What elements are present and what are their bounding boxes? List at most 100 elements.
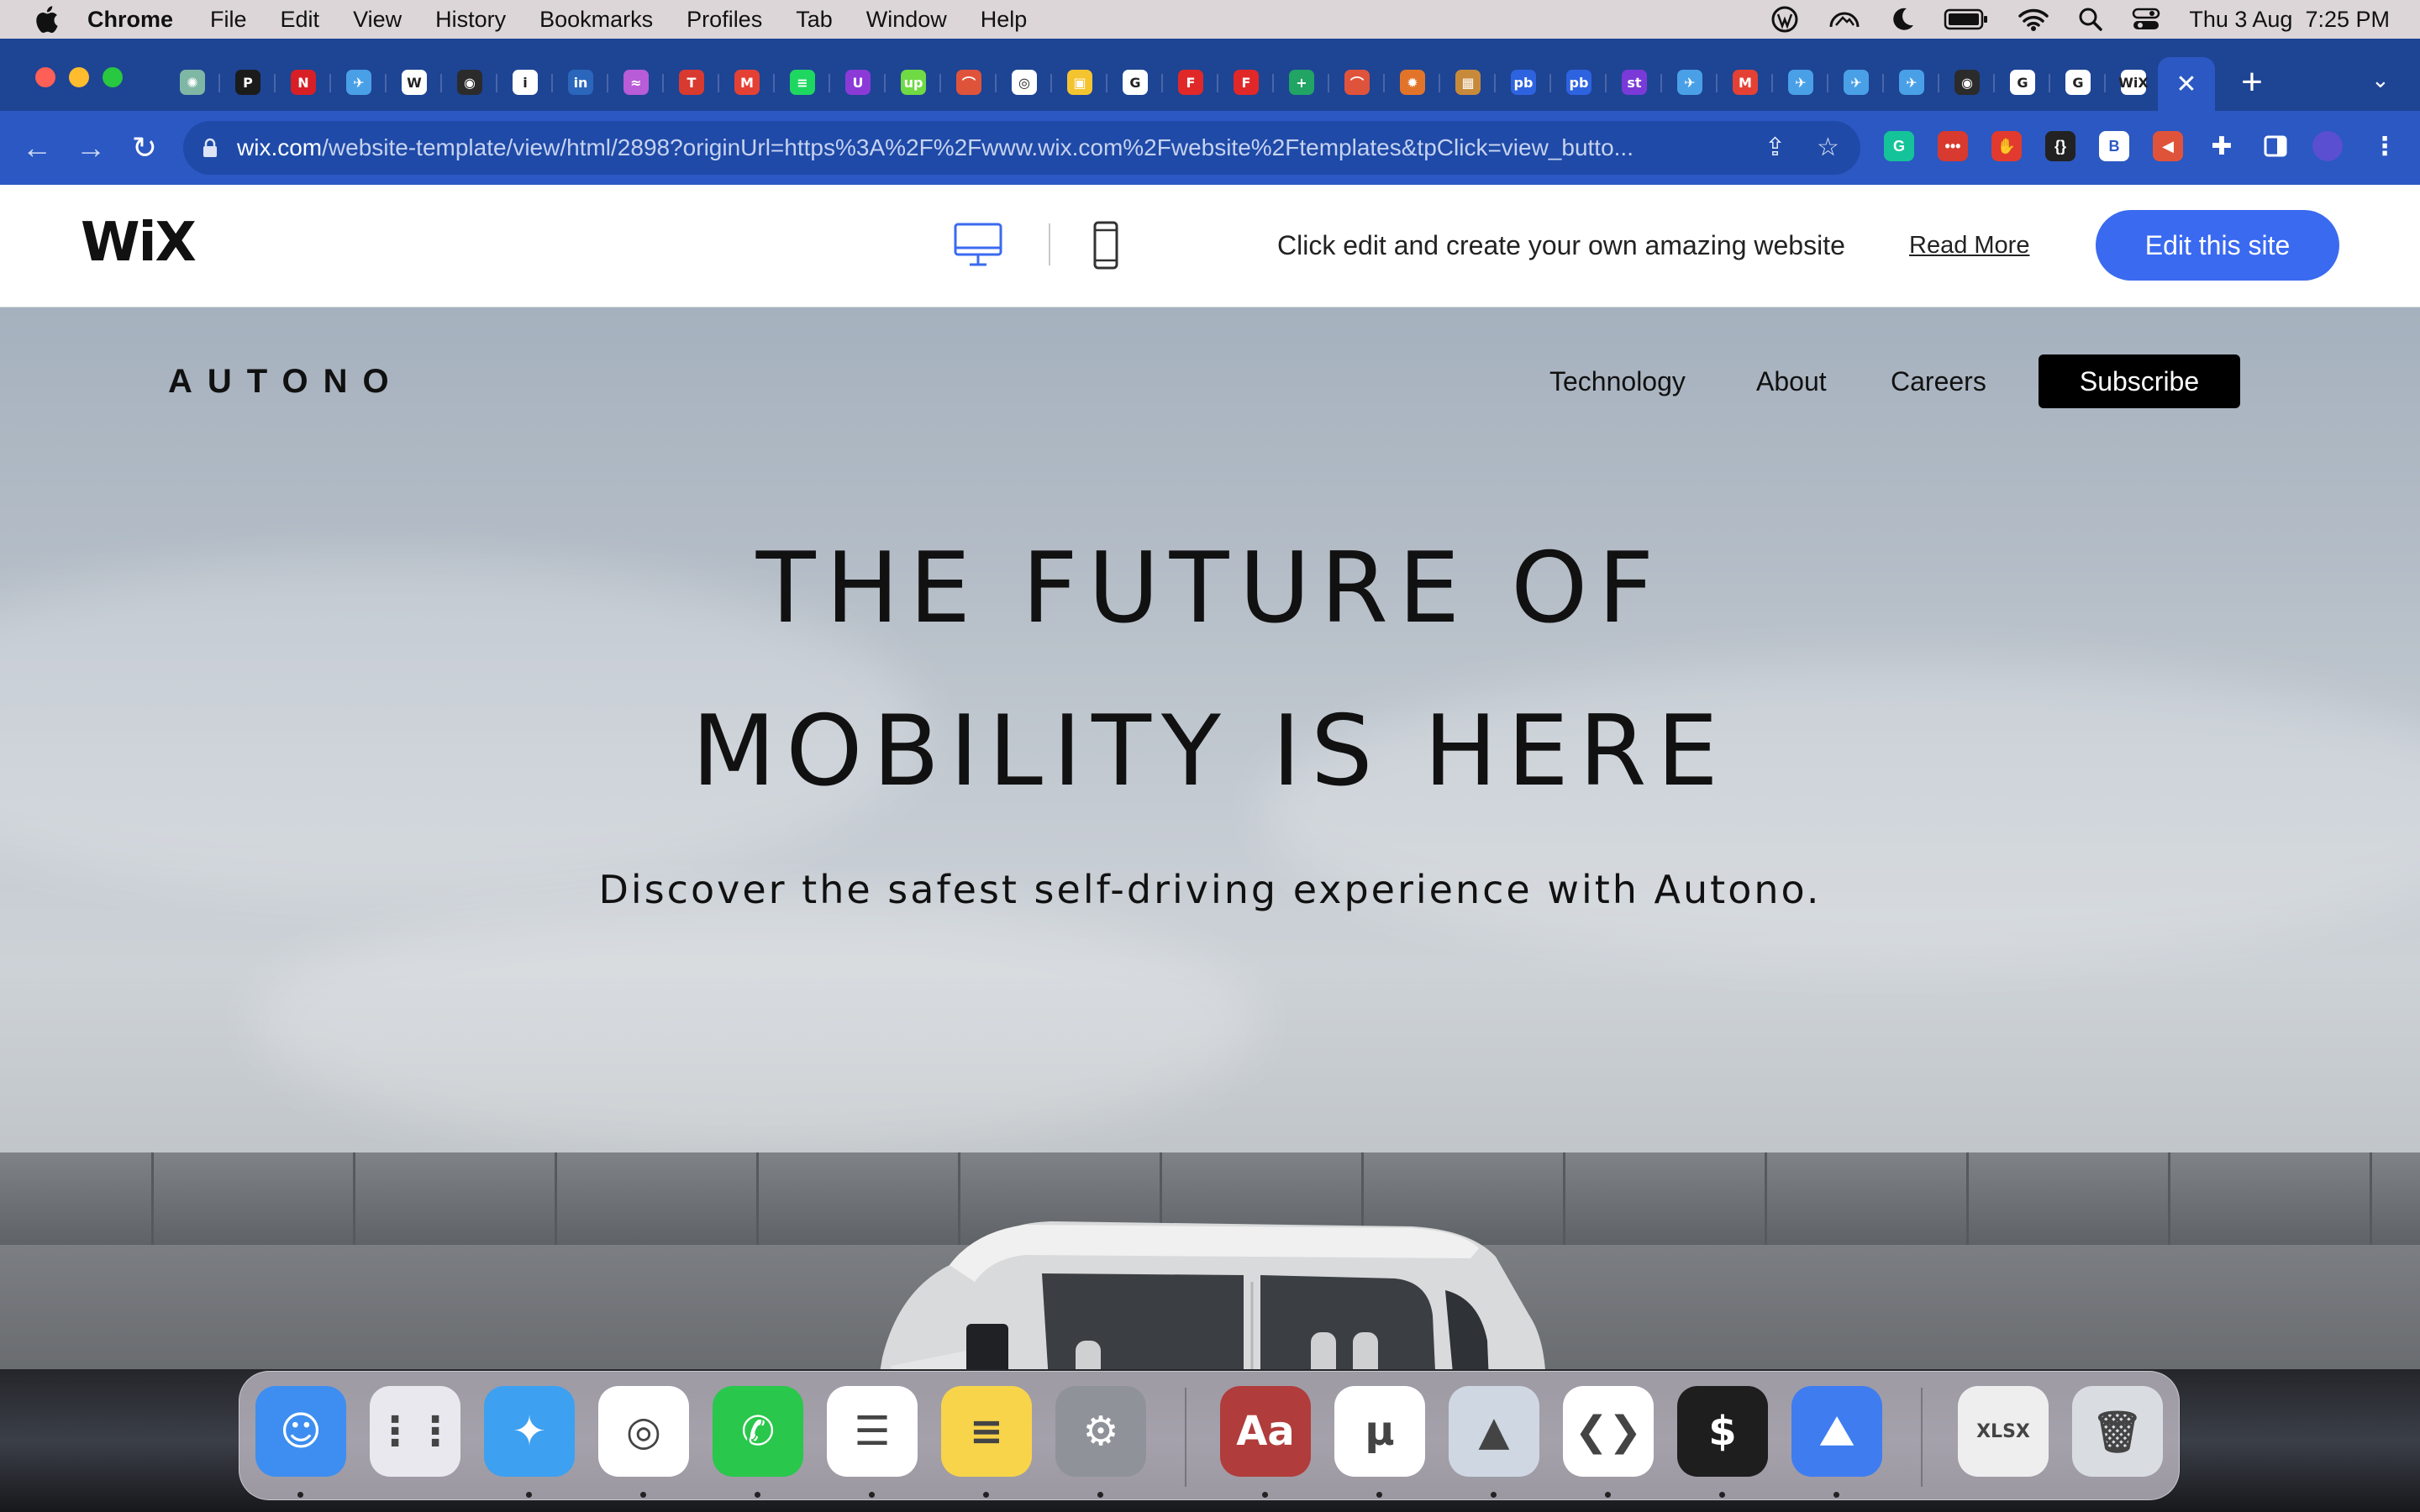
dock-launchpad-icon[interactable]: ⋮⋮: [370, 1386, 460, 1477]
url-text[interactable]: wix.com/website-template/view/html/2898?…: [237, 134, 1749, 161]
wordpress-icon[interactable]: [1770, 5, 1799, 34]
window-close-button[interactable]: [35, 67, 55, 87]
grammarly-icon[interactable]: G: [1884, 131, 1914, 161]
tab-tt[interactable]: T: [664, 64, 719, 101]
tab-swift-bird-2[interactable]: ✈: [1662, 64, 1718, 101]
tab-netflix[interactable]: N: [276, 64, 331, 101]
bookmark-star-icon[interactable]: ☆: [1817, 133, 1839, 162]
tab-pb-1[interactable]: pb: [1496, 64, 1551, 101]
menu-view[interactable]: View: [353, 7, 402, 33]
tab-upwork[interactable]: up: [886, 64, 941, 101]
nav-technology[interactable]: Technology: [1549, 366, 1686, 397]
forward-button[interactable]: →: [72, 129, 109, 166]
control-center-icon[interactable]: [2132, 7, 2160, 32]
tab-u-purple[interactable]: U: [830, 64, 886, 101]
tab-st[interactable]: st: [1607, 64, 1662, 101]
tab-swift-bird-5[interactable]: ✈: [1884, 64, 1939, 101]
share-icon[interactable]: ⇪: [1765, 133, 1786, 162]
megaphone-icon[interactable]: ◀: [2153, 131, 2183, 161]
menu-tab[interactable]: Tab: [796, 7, 833, 33]
tab-wix[interactable]: W: [387, 64, 442, 101]
tab-github-2[interactable]: ◉: [1939, 64, 1995, 101]
dock-notes-icon[interactable]: ≡: [941, 1386, 1032, 1477]
subscribe-button[interactable]: Subscribe: [2039, 354, 2240, 408]
dock-system-settings-icon[interactable]: ⚙: [1055, 1386, 1146, 1477]
dots-red-icon[interactable]: •••: [1938, 131, 1968, 161]
apple-logo-icon[interactable]: [34, 5, 59, 34]
dock-reminders-icon[interactable]: ☰: [827, 1386, 918, 1477]
tab-search-chevron-icon[interactable]: ⌄: [2371, 67, 2390, 93]
tab-flipboard-2[interactable]: F: [1218, 64, 1274, 101]
tab-gear-orange[interactable]: ✹: [1385, 64, 1440, 101]
edit-this-site-button[interactable]: Edit this site: [2096, 210, 2339, 281]
tab-swift-bird-4[interactable]: ✈: [1828, 64, 1884, 101]
tab-flipboard-1[interactable]: F: [1163, 64, 1218, 101]
bold-b-icon[interactable]: B: [2099, 131, 2129, 161]
back-button[interactable]: ←: [18, 129, 55, 166]
dock-nordvpn-icon[interactable]: ⛰: [1791, 1386, 1882, 1477]
tab-info[interactable]: i: [497, 64, 553, 101]
nav-careers[interactable]: Careers: [1891, 366, 1986, 397]
close-icon[interactable]: ✕: [2175, 70, 2196, 99]
profile-avatar[interactable]: [2312, 131, 2343, 161]
stop-hand-icon[interactable]: ✋: [1991, 131, 2022, 161]
tab-linkedin[interactable]: in: [553, 64, 608, 101]
dock-trash-icon[interactable]: 🗑: [2072, 1386, 2163, 1477]
dock-vscode-icon[interactable]: ❮❯: [1563, 1386, 1654, 1477]
window-zoom-button[interactable]: [103, 67, 123, 87]
tab-google[interactable]: G: [1107, 64, 1163, 101]
dock-utorrent-icon[interactable]: µ: [1334, 1386, 1425, 1477]
tab-wix-2[interactable]: WiX: [2106, 64, 2161, 101]
tab-boat-2[interactable]: ⌒: [1329, 64, 1385, 101]
search-icon[interactable]: [2078, 7, 2103, 32]
chrome-menu-icon[interactable]: ⋮: [2370, 131, 2400, 161]
menubar-clock[interactable]: Thu 3 Aug 7:25 PM: [2189, 7, 2390, 33]
mountain-gauge-icon[interactable]: [1828, 5, 1861, 34]
moon-icon[interactable]: [1890, 5, 1915, 34]
nav-about[interactable]: About: [1756, 366, 1827, 397]
tab-pb-2[interactable]: pb: [1551, 64, 1607, 101]
dock-preview-icon[interactable]: ▲: [1449, 1386, 1539, 1477]
side-panel-icon[interactable]: [2260, 131, 2291, 161]
tab-gmail[interactable]: M: [719, 64, 775, 101]
tab-sheets-plus[interactable]: +: [1274, 64, 1329, 101]
tab-producthunt[interactable]: P: [220, 64, 276, 101]
tab-gmail-2[interactable]: M: [1718, 64, 1773, 101]
site-brand-logo[interactable]: AUTONO: [168, 363, 404, 401]
menu-edit[interactable]: Edit: [281, 7, 320, 33]
json-icon[interactable]: {}: [2045, 131, 2075, 161]
dock-chrome-icon[interactable]: ◎: [598, 1386, 689, 1477]
address-bar[interactable]: wix.com/website-template/view/html/2898?…: [183, 121, 1860, 175]
dock-xlsx-file-icon[interactable]: XLSX: [1958, 1386, 2049, 1477]
tab-chrome[interactable]: ◎: [997, 64, 1052, 101]
tab-swift-bird[interactable]: ✈: [331, 64, 387, 101]
menu-app-chrome[interactable]: Chrome: [87, 7, 173, 33]
menu-help[interactable]: Help: [981, 7, 1028, 33]
dock-finder-icon[interactable]: ☺: [255, 1386, 346, 1477]
menu-bookmarks[interactable]: Bookmarks: [539, 7, 653, 33]
new-tab-button[interactable]: +: [2235, 64, 2269, 101]
menu-profiles[interactable]: Profiles: [687, 7, 762, 33]
tab-spotify[interactable]: ≡: [775, 64, 830, 101]
extensions-puzzle-icon[interactable]: ✚: [2207, 131, 2237, 161]
dock-terminal-icon[interactable]: $: [1677, 1386, 1768, 1477]
tab-google-3[interactable]: G: [2050, 64, 2106, 101]
dock-safari-icon[interactable]: ✦: [484, 1386, 575, 1477]
menu-history[interactable]: History: [435, 7, 506, 33]
tab-google-2[interactable]: G: [1995, 64, 2050, 101]
wix-logo[interactable]: WiX: [81, 212, 197, 274]
mobile-view-icon[interactable]: [1092, 220, 1119, 270]
active-tab-close[interactable]: ✕: [2158, 57, 2215, 111]
tab-chatgpt[interactable]: ✺: [165, 64, 220, 101]
dock-dictionary-icon[interactable]: Aa: [1220, 1386, 1311, 1477]
tab-github[interactable]: ◉: [442, 64, 497, 101]
menu-window[interactable]: Window: [866, 7, 947, 33]
dock-whatsapp-icon[interactable]: ✆: [713, 1386, 803, 1477]
tab-photo[interactable]: ▦: [1440, 64, 1496, 101]
tab-swift-bird-3[interactable]: ✈: [1773, 64, 1828, 101]
wifi-icon[interactable]: [2018, 7, 2049, 32]
tab-notes-yellow[interactable]: ▣: [1052, 64, 1107, 101]
desktop-view-icon[interactable]: [953, 222, 1003, 269]
battery-icon[interactable]: [1944, 8, 1989, 31]
menu-file[interactable]: File: [210, 7, 247, 33]
